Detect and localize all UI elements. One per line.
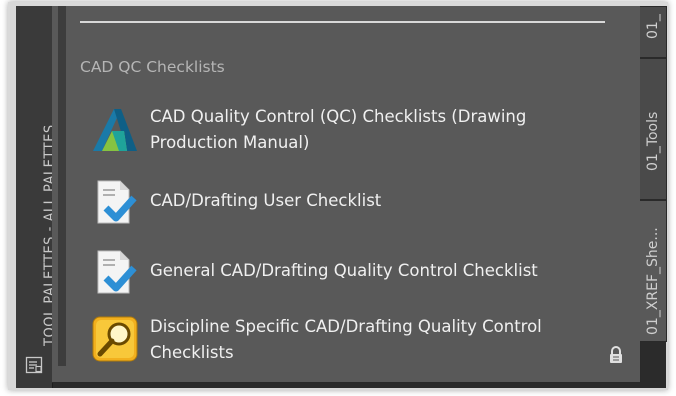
autodesk-logo-icon	[93, 109, 137, 151]
tool-palette-window: TOOL PALETTES - ALL PALETTES CAD QC Chec…	[16, 6, 667, 388]
tab-01-tools[interactable]: 01_Tools	[640, 58, 667, 200]
tab-label: 01_	[645, 14, 661, 39]
palette-scrollbar[interactable]	[58, 6, 66, 366]
tool-item-general-qc-checklist[interactable]: General CAD/Drafting Quality Control Che…	[90, 248, 590, 298]
tab-01[interactable]: 01_	[640, 6, 667, 58]
magnifier-search-icon	[92, 316, 138, 362]
separator-line	[80, 21, 605, 23]
tool-item-qc-checklists[interactable]: CAD Quality Control (QC) Checklists (Dra…	[90, 104, 590, 156]
section-label: CAD QC Checklists	[80, 58, 225, 76]
tab-01-xref-sheets[interactable]: 01_XREF_She...	[640, 200, 667, 342]
lock-icon[interactable]	[608, 346, 624, 364]
tool-label: CAD Quality Control (QC) Checklists (Dra…	[150, 107, 527, 152]
document-checkmark-icon	[97, 250, 137, 294]
properties-menu-icon[interactable]	[25, 356, 43, 374]
tab-label: 01_XREF_She...	[645, 227, 661, 335]
tool-label: Discipline Specific CAD/Drafting Quality…	[150, 317, 542, 362]
tab-label: 01_Tools	[645, 111, 661, 171]
tool-item-discipline-qc-checklists[interactable]: Discipline Specific CAD/Drafting Quality…	[90, 314, 590, 366]
tool-item-user-checklist[interactable]: CAD/Drafting User Checklist	[90, 178, 590, 228]
palette-content: CAD QC Checklists CAD Quality Control (Q…	[52, 6, 641, 383]
document-checkmark-icon	[97, 180, 137, 224]
tool-label: General CAD/Drafting Quality Control Che…	[150, 261, 538, 280]
palette-title-bar[interactable]: TOOL PALETTES - ALL PALETTES	[16, 6, 58, 388]
tool-label: CAD/Drafting User Checklist	[150, 191, 382, 210]
